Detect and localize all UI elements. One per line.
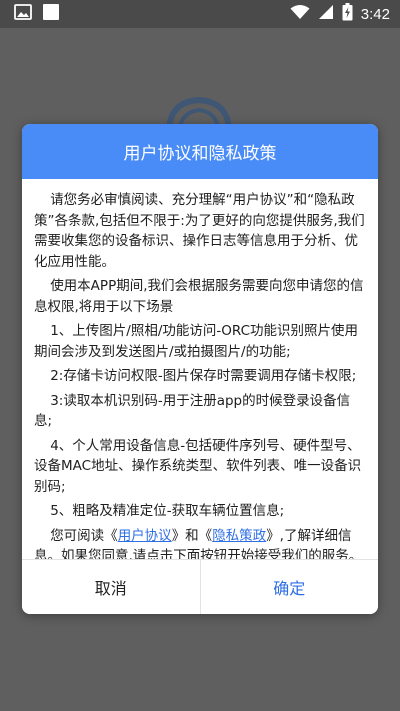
dialog-header: 用户协议和隐私政策 — [22, 124, 378, 179]
privacy-policy-link[interactable]: 隐私策政 — [212, 528, 266, 544]
dialog-footer: 取消 确定 — [22, 559, 378, 614]
policy-paragraph: 使用本APP期间,我们会根据服务需要向您申请您的信息权限,将用于以下场景 — [34, 278, 364, 315]
status-system: 3:42 — [290, 3, 390, 25]
privacy-dialog: 用户协议和隐私政策 请您务必审慎阅读、充分理解“用户协议”和“隐私政策”各条款,… — [22, 124, 378, 614]
wifi-icon — [290, 4, 310, 24]
policy-paragraph: 请您务必审慎阅读、充分理解“用户协议”和“隐私政策”各条款,包括但不限于:为了更… — [34, 192, 365, 270]
policy-paragraph: 3:读取本机识别码-用于注册app的时候登录设备信息; — [34, 392, 351, 430]
dialog-title: 用户协议和隐私政策 — [123, 144, 277, 164]
link-middle-text: 》和《 — [171, 527, 213, 544]
cancel-button[interactable]: 取消 — [22, 560, 201, 614]
app-notification-icon — [42, 3, 60, 25]
policy-paragraph: 2:存储卡访问权限-图片保存时需要调用存储卡权限; — [50, 368, 357, 384]
status-bar: 3:42 — [0, 0, 400, 28]
policy-paragraph: 1、上传图片/照相/功能访问-ORC功能识别照片使用期间会涉及到发送图片/或拍摄… — [34, 323, 359, 360]
status-time: 3:42 — [360, 5, 390, 23]
policy-paragraph: 4、个人常用设备信息-包括硬件序列号、硬件型号、设备MAC地址、操作系统类型、软… — [34, 437, 362, 495]
signal-icon — [318, 4, 334, 24]
user-agreement-link[interactable]: 用户协议 — [118, 528, 172, 544]
status-notifications — [14, 3, 60, 25]
dialog-body[interactable]: 请您务必审慎阅读、充分理解“用户协议”和“隐私政策”各条款,包括但不限于:为了更… — [22, 179, 378, 559]
confirm-button[interactable]: 确定 — [200, 560, 378, 614]
policy-links-paragraph: 您可阅读《用户协议》和《隐私策政》,了解详细信息。如果您同意,请点击下面按钮开始… — [34, 526, 366, 560]
policy-paragraph: 5、粗略及精准定位-获取车辆位置信息; — [50, 503, 285, 519]
image-notification-icon — [14, 4, 32, 24]
link-prefix-text: 您可阅读《 — [50, 527, 118, 544]
battery-charging-icon — [342, 3, 353, 25]
